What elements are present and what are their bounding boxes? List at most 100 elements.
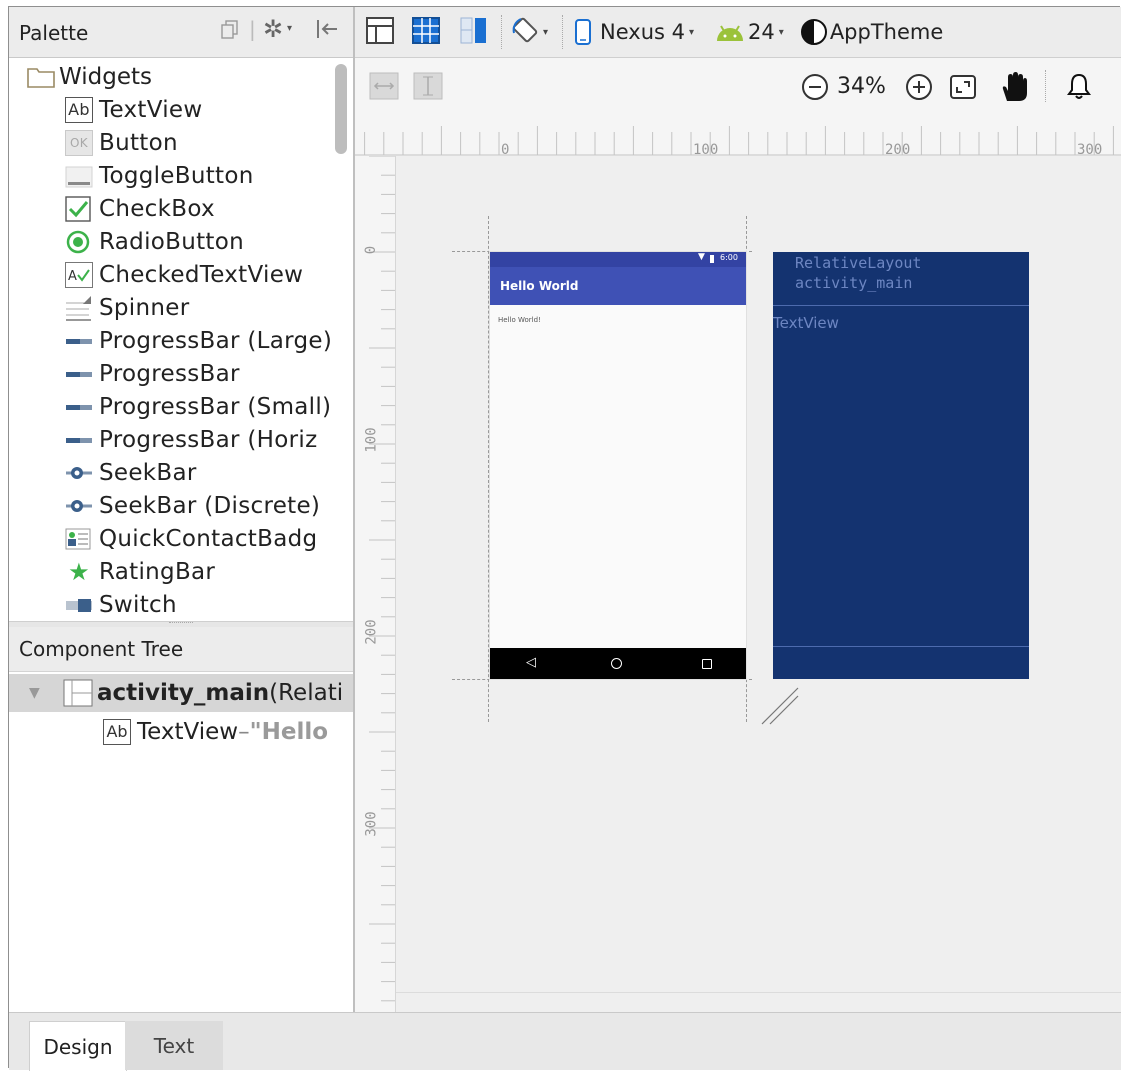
expand-triangle-icon[interactable]: ▼	[29, 685, 51, 701]
progressbar-icon	[65, 361, 93, 387]
chevron-down-icon[interactable]: ▾	[287, 23, 292, 34]
seekbar-icon	[65, 493, 93, 519]
tree-node-value: "Hello	[249, 719, 329, 745]
blueprint-mode-icon[interactable]	[411, 15, 441, 49]
palette-scrollbar[interactable]	[335, 64, 347, 154]
palette-group-widgets[interactable]: Widgets	[27, 62, 152, 92]
palette-item-togglebutton[interactable]: ToggleButton	[65, 159, 254, 192]
layout-toolbar: ▾ Nexus 4 ▾ 24 ▾ AppTheme	[355, 7, 1121, 58]
zoom-to-fit-icon[interactable]	[949, 74, 977, 104]
horizontal-ruler: 0 100 200 300	[355, 112, 1121, 157]
tree-node-label: TextView	[137, 719, 239, 745]
palette-group-label: Widgets	[59, 64, 152, 90]
progressbar-icon	[65, 427, 93, 453]
tab-label: Text	[153, 1033, 195, 1058]
palette-item-switch[interactable]: Switch	[65, 588, 177, 621]
palette-item-label: ProgressBar (Small)	[99, 393, 332, 420]
theme-selector[interactable]: AppTheme	[800, 18, 943, 46]
notification-bell-icon[interactable]	[1067, 72, 1091, 104]
layout-canvas[interactable]: ▼ 6:00 Hello World Hello World! ◁ Relati…	[396, 156, 1121, 1012]
wifi-icon: ▼	[698, 252, 705, 262]
recents-icon	[702, 659, 712, 669]
ruler-ticks	[369, 156, 395, 1002]
palette-item-radiobutton[interactable]: RadioButton	[65, 225, 244, 258]
progressbar-icon	[65, 394, 93, 420]
palette-item-label: Switch	[99, 591, 177, 618]
separator	[562, 15, 564, 49]
device-label: Nexus 4	[600, 20, 686, 44]
collapse-panel-icon[interactable]	[315, 17, 339, 46]
palette-list: Widgets Ab TextView OK Button ToggleButt…	[9, 58, 353, 621]
palette-item-progressbar-horizontal[interactable]: ProgressBar (Horiz	[65, 423, 317, 456]
chevron-down-icon: ▾	[778, 26, 784, 38]
navigation-bar: ◁	[490, 648, 746, 679]
palette-item-spinner[interactable]: Spinner	[65, 291, 189, 324]
design-blueprint-icon[interactable]	[459, 15, 489, 49]
phone-icon	[575, 19, 592, 45]
resize-vertical-icon[interactable]	[413, 72, 443, 104]
ruler-label: 0	[363, 245, 380, 255]
resize-handle-icon[interactable]	[760, 686, 800, 730]
folder-icon	[27, 66, 57, 88]
zoom-out-icon[interactable]	[801, 73, 829, 105]
copy-icon[interactable]	[221, 19, 239, 44]
resize-horizontal-icon[interactable]	[369, 72, 399, 104]
blueprint-navbar-line	[773, 646, 1029, 647]
switch-icon	[65, 592, 93, 618]
palette-item-ratingbar[interactable]: ★ RatingBar	[65, 555, 215, 588]
status-time: 6:00	[720, 253, 738, 262]
palette-item-label: QuickContactBadg	[99, 525, 318, 552]
separator	[1045, 70, 1047, 102]
palette-item-button[interactable]: OK Button	[65, 126, 178, 159]
palette-item-label: SeekBar (Discrete)	[99, 492, 321, 519]
checkedtextview-icon: A	[65, 261, 93, 288]
zoom-in-icon[interactable]	[905, 73, 933, 105]
tab-design[interactable]: Design	[29, 1021, 127, 1071]
palette-item-seekbar-discrete[interactable]: SeekBar (Discrete)	[65, 489, 320, 522]
tree-node-textview[interactable]: Ab TextView – "Hello	[103, 714, 328, 750]
battery-icon	[710, 255, 714, 263]
palette-item-textview[interactable]: Ab TextView	[65, 93, 203, 126]
textview-icon: Ab	[65, 96, 93, 123]
editor-tab-bar: Design Text	[9, 1012, 1121, 1071]
rotate-orientation-icon[interactable]	[511, 15, 541, 49]
palette-item-quickcontactbadge[interactable]: QuickContactBadg	[65, 522, 317, 555]
hello-world-textview[interactable]: Hello World!	[498, 316, 541, 324]
blueprint-layout-type: RelativeLayout	[795, 254, 922, 272]
blueprint-textview-label[interactable]: TextView	[773, 314, 839, 332]
ruler-label: 300	[1077, 142, 1103, 157]
tab-text[interactable]: Text	[125, 1021, 223, 1070]
zoom-level: 34%	[837, 74, 886, 99]
blueprint-preview[interactable]: RelativeLayout activity_main TextView	[773, 252, 1029, 679]
star-icon: ★	[68, 557, 90, 586]
api-selector[interactable]: 24 ▾	[714, 20, 784, 44]
palette-item-progressbar-small[interactable]: ProgressBar (Small)	[65, 390, 331, 423]
tree-node-activity-main[interactable]: ▼ activity_main (Relati	[9, 674, 353, 712]
blueprint-layout-id: activity_main	[795, 274, 913, 292]
palette-item-checkedtextview[interactable]: A CheckedTextView	[65, 258, 303, 291]
ruler-label: 200	[363, 619, 380, 645]
design-preview[interactable]: ▼ 6:00 Hello World Hello World! ◁	[490, 252, 746, 679]
progressbar-icon	[65, 328, 93, 354]
palette-item-label: ProgressBar (Large)	[99, 327, 333, 354]
design-surface-icon[interactable]	[365, 15, 395, 49]
palette-item-progressbar[interactable]: ProgressBar	[65, 357, 240, 390]
palette-title: Palette	[19, 21, 89, 45]
pan-hand-icon[interactable]	[999, 71, 1029, 107]
palette-item-checkbox[interactable]: CheckBox	[65, 192, 215, 225]
gear-icon[interactable]: ✲	[263, 15, 283, 43]
ruler-label: 300	[363, 811, 380, 837]
chevron-down-icon[interactable]: ▾	[543, 27, 548, 38]
back-icon: ◁	[526, 655, 536, 670]
separator: |	[249, 17, 256, 41]
palette-item-label: ToggleButton	[99, 162, 254, 189]
palette-item-label: RadioButton	[99, 228, 244, 255]
device-selector[interactable]: Nexus 4 ▾	[574, 18, 694, 46]
contact-badge-icon	[65, 526, 93, 552]
component-tree-header: Component Tree	[9, 627, 353, 672]
palette-item-seekbar[interactable]: SeekBar	[65, 456, 197, 489]
ruler-label: 200	[885, 142, 911, 157]
app-title: Hello World	[500, 279, 579, 293]
palette-item-progressbar-large[interactable]: ProgressBar (Large)	[65, 324, 332, 357]
radiobutton-icon	[65, 229, 93, 255]
